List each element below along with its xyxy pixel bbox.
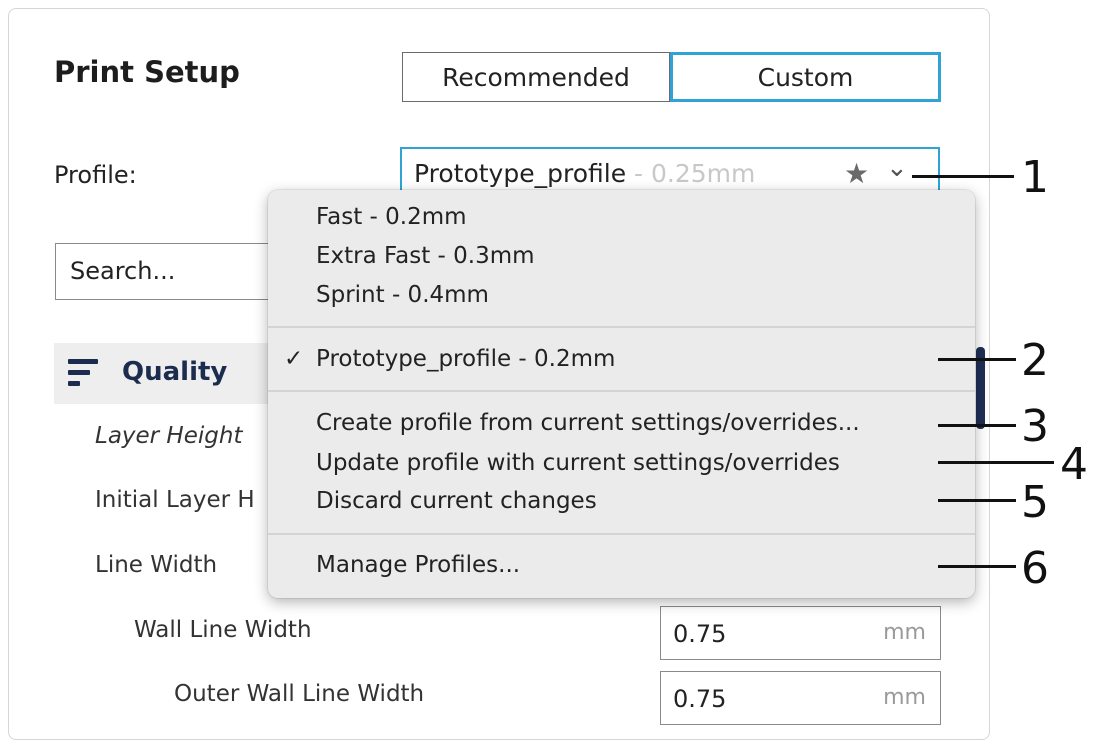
menu-item-sprint[interactable]: Sprint - 0.4mm (316, 282, 489, 308)
search-input[interactable] (68, 256, 272, 286)
menu-item-extra-fast[interactable]: Extra Fast - 0.3mm (316, 243, 535, 269)
checkmark-icon: ✓ (284, 346, 304, 372)
callout-3: 3 (1021, 401, 1049, 452)
menu-divider (268, 533, 975, 535)
callout-line-3 (938, 424, 1016, 427)
callout-2: 2 (1021, 335, 1049, 386)
menu-item-update-profile[interactable]: Update profile with current settings/ove… (316, 450, 840, 476)
callout-line-5 (938, 499, 1016, 502)
callout-5: 5 (1021, 477, 1049, 528)
wall-line-width-label: Wall Line Width (134, 617, 312, 643)
callout-line-4 (938, 461, 1054, 464)
menu-item-discard-changes[interactable]: Discard current changes (316, 488, 597, 514)
profile-dropdown-menu: Fast - 0.2mm Extra Fast - 0.3mm Sprint -… (268, 190, 975, 598)
layer-height-label: Layer Height (95, 423, 243, 449)
callout-line-2 (938, 358, 1016, 361)
line-width-label: Line Width (95, 552, 218, 578)
profile-select-value: Prototype_profile - 0.25mm (414, 159, 755, 188)
menu-divider (268, 390, 975, 392)
quality-lines-icon (68, 357, 98, 391)
outer-wall-line-width-unit: mm (883, 685, 926, 710)
wall-line-width-value: 0.75 (673, 620, 727, 648)
menu-item-prototype-profile[interactable]: Prototype_profile - 0.2mm (316, 346, 615, 372)
recommended-button[interactable]: Recommended (402, 52, 670, 102)
outer-wall-line-width-value: 0.75 (673, 685, 727, 713)
outer-wall-line-width-input[interactable]: 0.75 mm (660, 671, 941, 725)
profile-label: Profile: (54, 161, 137, 189)
menu-item-fast[interactable]: Fast - 0.2mm (316, 204, 467, 230)
profile-name: Prototype_profile (414, 159, 627, 188)
menu-item-create-profile[interactable]: Create profile from current settings/ove… (316, 410, 860, 436)
callout-1: 1 (1021, 152, 1049, 203)
outer-wall-line-width-label: Outer Wall Line Width (174, 681, 425, 707)
custom-button[interactable]: Custom (670, 52, 941, 102)
chevron-down-icon[interactable]: ⌄ (886, 153, 908, 183)
profile-layer-height: - 0.25mm (626, 159, 756, 188)
callout-line-1 (912, 175, 1014, 178)
initial-layer-height-label: Initial Layer H (95, 487, 255, 513)
menu-item-manage-profiles[interactable]: Manage Profiles... (316, 552, 520, 578)
quality-label: Quality (122, 357, 228, 387)
page-title: Print Setup (54, 55, 240, 89)
menu-divider (268, 326, 975, 328)
wall-line-width-input[interactable]: 0.75 mm (660, 606, 941, 660)
callout-line-6 (938, 565, 1016, 568)
callout-6: 6 (1021, 543, 1049, 594)
wall-line-width-unit: mm (883, 620, 926, 645)
star-icon[interactable]: ★ (844, 157, 869, 190)
callout-4: 4 (1060, 439, 1088, 490)
